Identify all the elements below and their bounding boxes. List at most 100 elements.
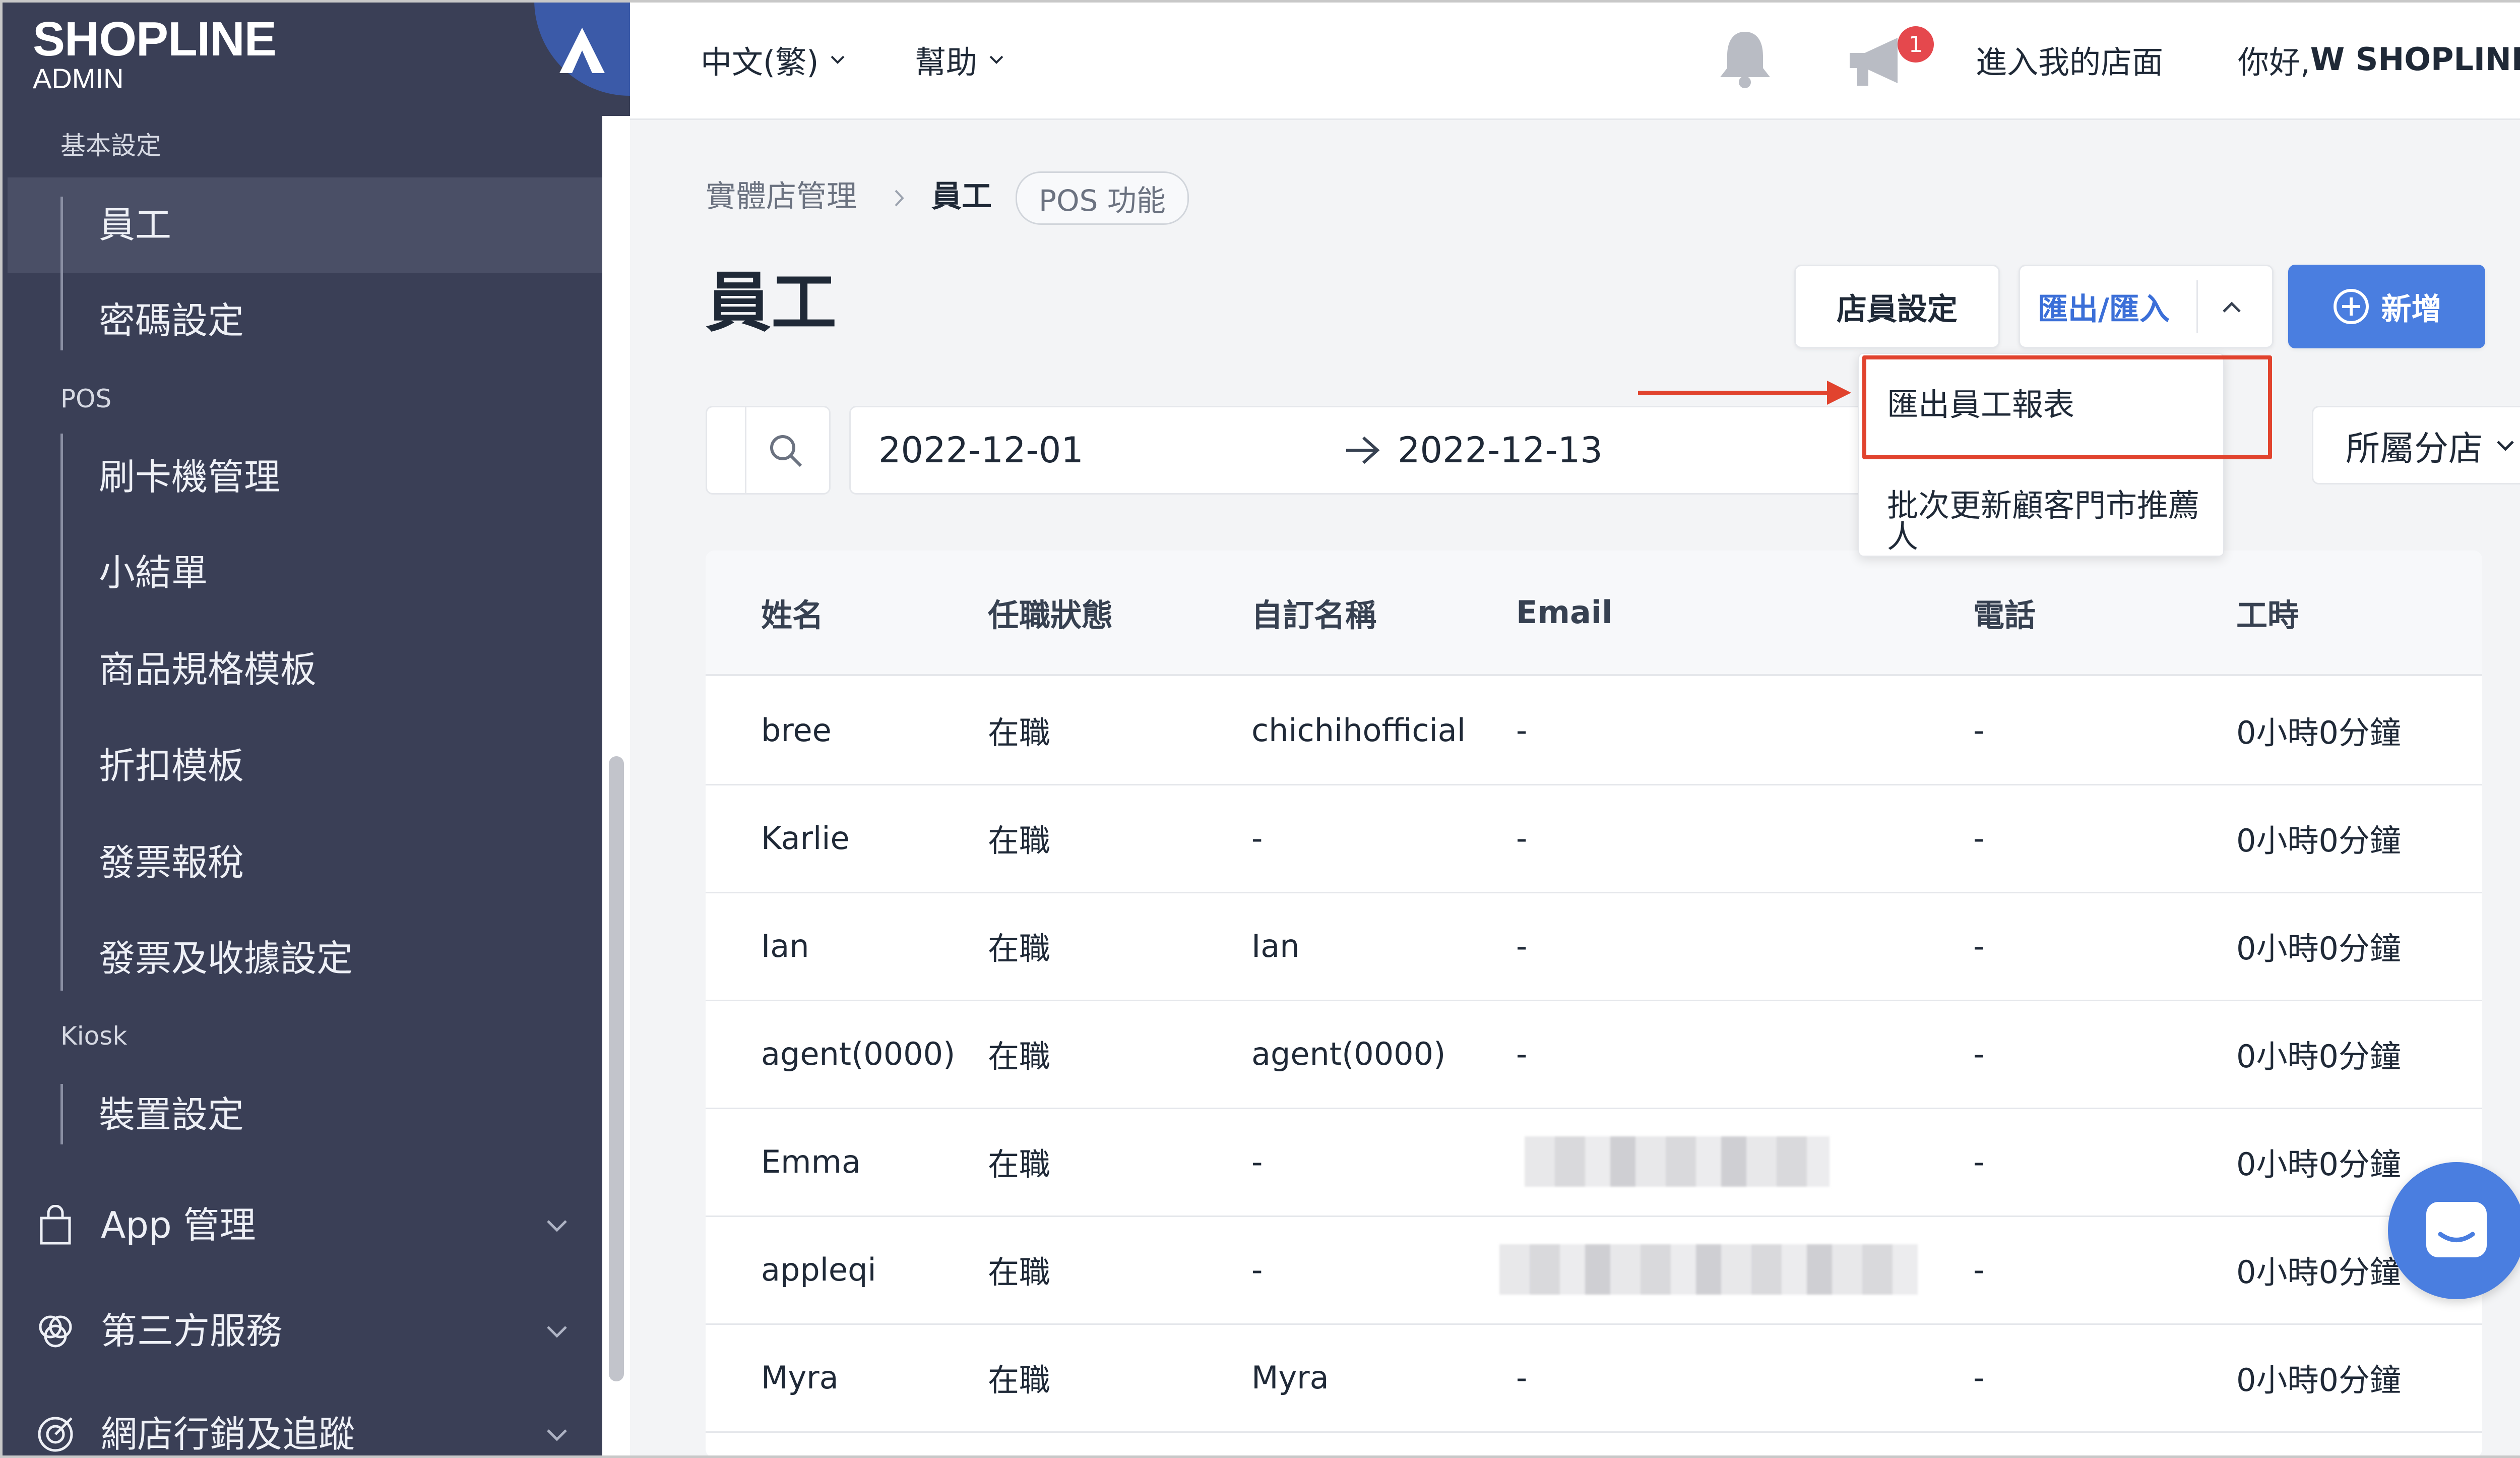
sidebar-item-invoice-tax[interactable]: 發票報稅 xyxy=(99,844,244,881)
table-row[interactable]: bree 在職 chichihofficial - - 0小時0分鐘 xyxy=(706,676,2482,785)
chevron-down-icon[interactable] xyxy=(542,1419,572,1449)
breadcrumb-parent[interactable]: 實體店管理 xyxy=(706,181,857,212)
chevron-up-icon[interactable] xyxy=(2217,292,2247,323)
cell-email: - xyxy=(1516,819,1528,857)
cell-hours: 0小時0分鐘 xyxy=(2236,822,2401,859)
brand-corner[interactable] xyxy=(534,0,630,96)
cell-hours: 0小時0分鐘 xyxy=(2236,1038,2401,1075)
visit-store-link[interactable]: 進入我的店面 xyxy=(1976,0,2163,118)
cell-status: 在職 xyxy=(988,1146,1051,1183)
redacted-email xyxy=(1525,1136,1830,1187)
greeting-prefix: 你好, xyxy=(2238,43,2310,81)
cell-email: - xyxy=(1516,1035,1528,1072)
cell-name: Karlie xyxy=(761,819,850,857)
table-row[interactable]: appleqi 在職 - - 0小時0分鐘 xyxy=(706,1216,2482,1325)
column-header-email[interactable]: Email xyxy=(1516,551,1612,674)
language-selector[interactable]: 中文(繁) xyxy=(701,0,848,118)
breadcrumb-current: 員工 xyxy=(931,179,992,214)
sidebar-item-password[interactable]: 密碼設定 xyxy=(99,302,244,339)
table-row[interactable]: Emma 在職 - - 0小時0分鐘 xyxy=(706,1108,2482,1217)
chevron-down-icon[interactable] xyxy=(542,1316,572,1346)
cell-custom-name: Ian xyxy=(1251,927,1300,964)
chevron-down-icon[interactable] xyxy=(542,1210,572,1240)
add-staff-button[interactable]: 新增 xyxy=(2288,265,2485,348)
sidebar-item-marketing[interactable]: 網店行銷及追蹤 xyxy=(35,1414,355,1454)
sidebar-item-receipt[interactable]: 小結單 xyxy=(99,555,208,591)
cell-phone: - xyxy=(1973,927,1985,964)
date-range-picker[interactable]: 2022-12-01 2022-12-13 xyxy=(849,406,1901,495)
brand-logo[interactable]: SHOPLINE xyxy=(33,15,277,64)
cell-email: - xyxy=(1516,927,1528,964)
staff-settings-button[interactable]: 店員設定 xyxy=(1794,265,2000,348)
cell-custom-name: - xyxy=(1251,819,1263,857)
table-row[interactable]: Ian 在職 Ian - - 0小時0分鐘 xyxy=(706,892,2482,1001)
cell-email: - xyxy=(1516,711,1528,749)
cell-custom-name: chichihofficial xyxy=(1251,711,1466,749)
column-header-status[interactable]: 任職狀態 xyxy=(988,551,1113,674)
cell-name: Myra xyxy=(761,1359,839,1396)
column-header-custom-name[interactable]: 自訂名稱 xyxy=(1251,551,1376,674)
menu-item-batch-update-referrer[interactable]: 批次更新顧客門市推薦人 xyxy=(1887,490,2223,553)
button-divider xyxy=(2196,280,2198,333)
sidebar-item-staff[interactable]: 員工 xyxy=(99,207,171,243)
sidebar-item-invoice-settings[interactable]: 發票及收據設定 xyxy=(99,940,353,977)
shopline-mark-icon xyxy=(559,28,605,73)
sidebar-group-kiosk: Kiosk xyxy=(60,1021,128,1051)
date-from[interactable]: 2022-12-01 xyxy=(878,407,1084,493)
column-header-phone[interactable]: 電話 xyxy=(1973,551,2036,674)
column-header-hours[interactable]: 工時 xyxy=(2236,551,2299,674)
cell-status: 在職 xyxy=(988,822,1051,859)
date-to[interactable]: 2022-12-13 xyxy=(1398,407,1603,493)
search-icon[interactable] xyxy=(767,432,805,470)
table-row[interactable]: Karlie 在職 - - - 0小時0分鐘 xyxy=(706,784,2482,893)
export-import-label: 匯出/匯入 xyxy=(2038,291,2170,327)
search-field[interactable] xyxy=(706,406,831,495)
sidebar-scrollbar-thumb[interactable] xyxy=(609,756,624,1381)
chat-icon xyxy=(2426,1202,2487,1257)
sidebar-item-third-party[interactable]: 第三方服務 xyxy=(35,1311,282,1351)
cell-custom-name: Myra xyxy=(1251,1359,1329,1396)
sidebar-item-card-reader[interactable]: 刷卡機管理 xyxy=(99,459,280,495)
sidebar-group-pos: POS xyxy=(60,384,112,413)
notification-badge: 1 xyxy=(1898,26,1934,63)
cell-phone: - xyxy=(1973,1359,1985,1396)
sidebar-item-discount-template[interactable]: 折扣模板 xyxy=(99,748,244,784)
redacted-email xyxy=(1499,1244,1918,1295)
table-row[interactable]: Myra 在職 Myra - - 0小時0分鐘 xyxy=(706,1323,2482,1433)
cell-custom-name: - xyxy=(1251,1251,1263,1288)
table-header: 姓名 任職狀態 自訂名稱 Email 電話 工時 xyxy=(706,551,2482,676)
sidebar-item-spec-template[interactable]: 商品規格模板 xyxy=(99,651,317,688)
branch-filter[interactable]: 所屬分店 xyxy=(2312,406,2520,484)
sidebar-item-label: App 管理 xyxy=(101,1204,256,1246)
pos-feature-tag: POS 功能 xyxy=(1016,171,1189,225)
sidebar-item-label: 網店行銷及追蹤 xyxy=(101,1413,355,1455)
cell-name: agent(0000) xyxy=(761,1035,956,1072)
sidebar-tree-line xyxy=(60,1084,63,1144)
sidebar-item-app-management[interactable]: App 管理 xyxy=(35,1205,256,1245)
cell-phone: - xyxy=(1973,1035,1985,1072)
export-import-button[interactable]: 匯出/匯入 xyxy=(2019,265,2274,348)
branch-filter-label: 所屬分店 xyxy=(2345,429,2483,469)
target-icon xyxy=(35,1414,76,1454)
sidebar-item-device-settings[interactable]: 裝置設定 xyxy=(99,1097,244,1133)
column-header-name[interactable]: 姓名 xyxy=(761,551,824,674)
table-row[interactable]: agent(0000) 在職 agent(0000) - - 0小時0分鐘 xyxy=(706,1000,2482,1109)
cell-hours: 0小時0分鐘 xyxy=(2236,1362,2401,1399)
cell-name: Ian xyxy=(761,927,809,964)
page-title: 員工 xyxy=(706,264,837,341)
cell-status: 在職 xyxy=(988,714,1051,751)
annotation-arrow xyxy=(1638,391,1830,395)
cell-name: bree xyxy=(761,711,832,749)
cell-hours: 0小時0分鐘 xyxy=(2236,1146,2401,1183)
sidebar-tree-line xyxy=(60,197,63,350)
brand-subtitle: ADMIN xyxy=(33,63,124,94)
add-label: 新增 xyxy=(2381,291,2442,327)
chat-widget-button[interactable] xyxy=(2388,1162,2520,1299)
bell-icon[interactable] xyxy=(1716,28,1774,88)
sidebar-item-label: 第三方服務 xyxy=(101,1310,283,1352)
cell-phone: - xyxy=(1973,1143,1985,1180)
cell-custom-name: agent(0000) xyxy=(1251,1035,1446,1072)
user-menu[interactable]: 你好, W SHOPLINE xyxy=(2238,0,2520,118)
arrow-right-icon xyxy=(1346,436,1380,464)
help-menu[interactable]: 幫助 xyxy=(915,0,1006,118)
